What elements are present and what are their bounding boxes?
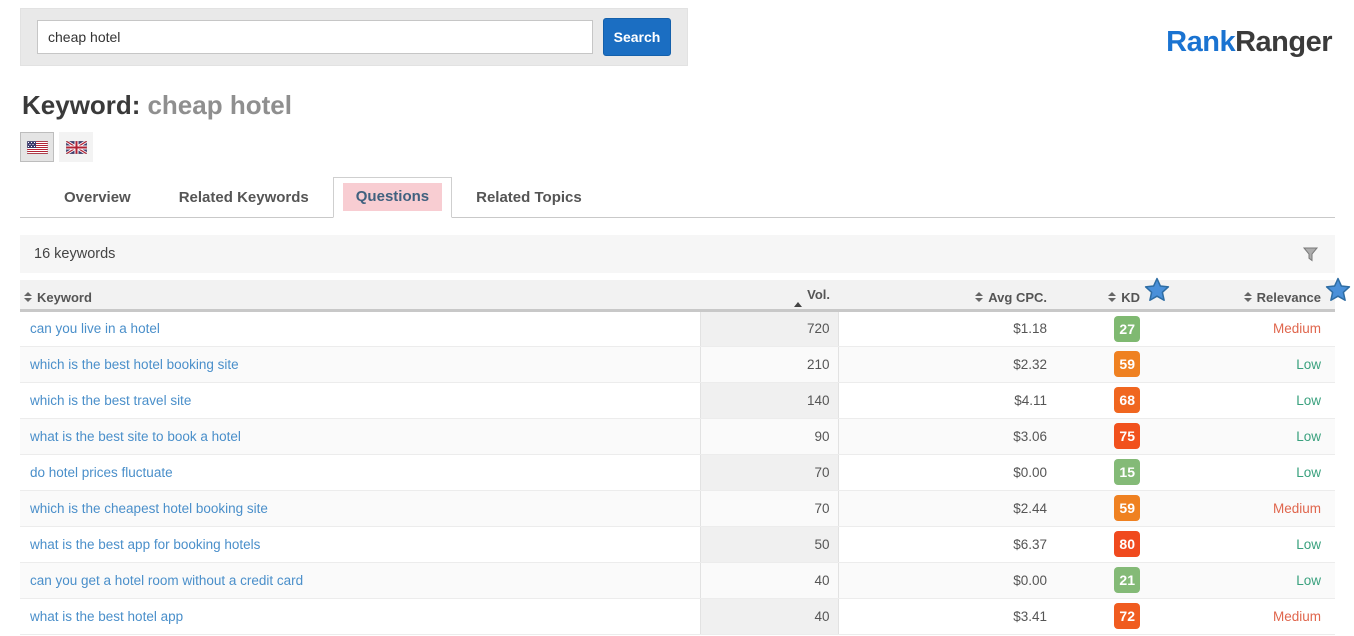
relevance-cell: Low [1145, 346, 1335, 382]
keyword-link[interactable]: can you live in a hotel [20, 321, 160, 336]
kd-badge: 21 [1114, 567, 1140, 593]
relevance-cell: Low [1145, 526, 1335, 562]
funnel-filter-icon [1302, 251, 1319, 266]
kd-badge: 59 [1114, 351, 1140, 377]
relevance-cell: Low [1145, 454, 1335, 490]
search-bar: Search [20, 8, 688, 66]
relevance-cell: Medium [1145, 490, 1335, 526]
relevance-cell: Medium [1145, 598, 1335, 634]
relevance-cell: Low [1145, 418, 1335, 454]
table-header-row: Keyword Vol. Avg CPC. [20, 280, 1335, 310]
tab-questions-label: Questions [343, 183, 442, 211]
keyword-link[interactable]: which is the best travel site [20, 393, 191, 408]
table-row: can you live in a hotel 720 $1.18 27 Med… [20, 310, 1335, 346]
keyword-link[interactable]: which is the cheapest hotel booking site [20, 501, 268, 516]
ascending-sort-icon [794, 287, 802, 302]
up-down-sort-icon [1244, 292, 1252, 302]
cpc-cell: $3.41 [838, 598, 1053, 634]
volume-cell: 40 [700, 562, 838, 598]
kd-badge: 59 [1114, 495, 1140, 521]
page-title-keyword: cheap hotel [147, 90, 291, 120]
kd-badge: 75 [1114, 423, 1140, 449]
results-toolbar: 16 keywords [20, 235, 1335, 273]
cpc-cell: $2.32 [838, 346, 1053, 382]
relevance-cell: Low [1145, 562, 1335, 598]
cpc-cell: $2.44 [838, 490, 1053, 526]
country-button-us[interactable] [20, 132, 54, 162]
keyword-link[interactable]: what is the best app for booking hotels [20, 537, 260, 552]
us-flag-icon [27, 141, 48, 154]
table-row: which is the cheapest hotel booking site… [20, 490, 1335, 526]
kd-badge: 72 [1114, 603, 1140, 629]
country-selector [20, 132, 93, 162]
blue-star-icon[interactable] [1143, 276, 1171, 304]
search-input[interactable] [37, 20, 593, 54]
filter-button[interactable] [1300, 244, 1321, 265]
relevance-cell: Low [1145, 382, 1335, 418]
rankranger-logo: RankRanger [1166, 26, 1332, 59]
search-button[interactable]: Search [603, 18, 671, 56]
cpc-cell: $3.06 [838, 418, 1053, 454]
volume-cell: 40 [700, 598, 838, 634]
table-row: what is the best site to book a hotel 90… [20, 418, 1335, 454]
tab-overview[interactable]: Overview [40, 189, 155, 217]
column-header-relevance[interactable]: Relevance [1244, 290, 1321, 305]
volume-cell: 90 [700, 418, 838, 454]
kd-badge: 68 [1114, 387, 1140, 413]
keyword-link[interactable]: do hotel prices fluctuate [20, 465, 173, 480]
cpc-cell: $6.37 [838, 526, 1053, 562]
keyword-count: 16 keywords [34, 246, 115, 262]
relevance-cell: Medium [1145, 310, 1335, 346]
volume-cell: 210 [700, 346, 838, 382]
up-down-sort-icon [975, 292, 983, 302]
column-header-avg-cpc[interactable]: Avg CPC. [975, 290, 1047, 305]
tab-questions[interactable]: Questions [333, 177, 452, 218]
logo-part-ranger: Ranger [1235, 26, 1332, 58]
tab-related-topics[interactable]: Related Topics [452, 189, 606, 217]
cpc-cell: $0.00 [838, 454, 1053, 490]
table-row: what is the best hotel app 40 $3.41 72 M… [20, 598, 1335, 634]
table-row: can you get a hotel room without a credi… [20, 562, 1335, 598]
table-row: which is the best hotel booking site 210… [20, 346, 1335, 382]
volume-cell: 140 [700, 382, 838, 418]
volume-cell: 70 [700, 490, 838, 526]
column-header-keyword[interactable]: Keyword [24, 290, 92, 305]
keyword-link[interactable]: what is the best hotel app [20, 609, 183, 624]
tab-related-keywords[interactable]: Related Keywords [155, 189, 333, 217]
tab-bar: Overview Related Keywords Questions Rela… [20, 181, 1335, 218]
volume-cell: 50 [700, 526, 838, 562]
kd-badge: 15 [1114, 459, 1140, 485]
keywords-table: Keyword Vol. Avg CPC. [20, 280, 1335, 635]
table-row: what is the best app for booking hotels … [20, 526, 1335, 562]
table-row: do hotel prices fluctuate 70 $0.00 15 Lo… [20, 454, 1335, 490]
cpc-cell: $1.18 [838, 310, 1053, 346]
page-title: Keyword:cheap hotel [22, 90, 292, 121]
table-row: which is the best travel site 140 $4.11 … [20, 382, 1335, 418]
blue-star-icon[interactable] [1324, 276, 1352, 304]
volume-cell: 70 [700, 454, 838, 490]
cpc-cell: $4.11 [838, 382, 1053, 418]
keywords-table-body: can you live in a hotel 720 $1.18 27 Med… [20, 310, 1335, 634]
cpc-cell: $0.00 [838, 562, 1053, 598]
keyword-link[interactable]: what is the best site to book a hotel [20, 429, 241, 444]
page-title-label: Keyword: [22, 90, 140, 120]
country-button-uk[interactable] [59, 132, 93, 162]
uk-flag-icon [66, 141, 87, 154]
up-down-sort-icon [1108, 292, 1116, 302]
up-down-sort-icon [24, 292, 32, 302]
volume-cell: 720 [700, 310, 838, 346]
column-header-kd[interactable]: KD [1108, 290, 1140, 305]
keyword-link[interactable]: which is the best hotel booking site [20, 357, 239, 372]
column-header-volume[interactable]: Vol. [794, 287, 830, 302]
kd-badge: 27 [1114, 316, 1140, 342]
kd-badge: 80 [1114, 531, 1140, 557]
logo-part-rank: Rank [1166, 26, 1235, 58]
keyword-link[interactable]: can you get a hotel room without a credi… [20, 573, 303, 588]
